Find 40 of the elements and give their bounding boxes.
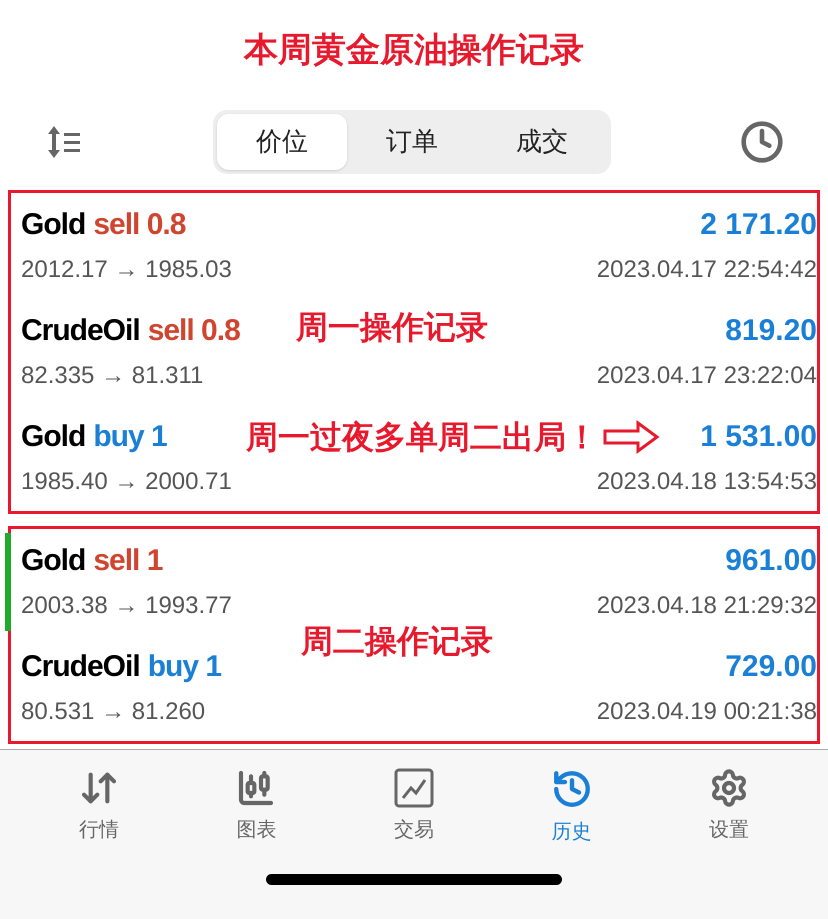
line-chart-icon: [394, 768, 434, 808]
profit-value: 729.00: [725, 649, 817, 685]
order-action: buy 1: [148, 649, 222, 685]
trade-time: 2023.04.18 13:54:53: [596, 467, 817, 497]
symbol-name: Gold: [21, 207, 86, 243]
nav-tab[interactable]: 行情: [44, 768, 154, 846]
segment-tab[interactable]: 成交: [477, 114, 607, 170]
symbol-name: CrudeOil: [21, 313, 140, 349]
price-change: 80.531 → 81.260: [21, 697, 206, 727]
nav-tab[interactable]: 设置: [674, 768, 784, 846]
order-action: sell 1: [93, 543, 162, 579]
trade-time: 2023.04.19 00:21:38: [596, 697, 817, 727]
nav-tab[interactable]: 历史: [516, 768, 627, 846]
order-action: buy 1: [93, 419, 167, 455]
price-change: 2003.38 → 1993.77: [21, 591, 232, 621]
order-action: sell 0.8: [93, 207, 186, 243]
segment-tab[interactable]: 订单: [347, 114, 477, 170]
trade-time: 2023.04.17 23:22:04: [596, 361, 817, 391]
price-change: 2012.17 → 1985.03: [21, 255, 232, 285]
page-heading: 本周黄金原油操作记录: [244, 28, 584, 72]
symbol-name: CrudeOil: [21, 649, 140, 685]
trade-time: 2023.04.18 21:29:32: [596, 591, 817, 621]
clock-icon[interactable]: [740, 120, 784, 164]
trade-time: 2023.04.17 22:54:42: [596, 255, 817, 285]
profit-value: 961.00: [725, 543, 817, 579]
symbol-name: Gold: [21, 543, 86, 579]
profit-value: 819.20: [725, 313, 817, 349]
annotation-note: 周二操作记录: [301, 621, 493, 662]
annotation-note: 周一过夜多单周二出局！: [246, 417, 598, 458]
nav-tab[interactable]: 交易: [358, 768, 469, 846]
price-change: 1985.40 → 2000.71: [21, 467, 232, 497]
order-action: sell 0.8: [148, 313, 240, 349]
annotation-note: 周一操作记录: [296, 307, 488, 348]
profit-value: 1 531.00: [700, 419, 817, 455]
symbol-name: Gold: [21, 419, 86, 455]
segment-tab[interactable]: 价位: [217, 114, 347, 170]
nav-tab[interactable]: 图表: [201, 768, 312, 846]
arrow-icon: [602, 420, 660, 454]
profit-value: 2 171.20: [700, 207, 817, 243]
price-change: 82.335 → 81.311: [21, 361, 204, 391]
